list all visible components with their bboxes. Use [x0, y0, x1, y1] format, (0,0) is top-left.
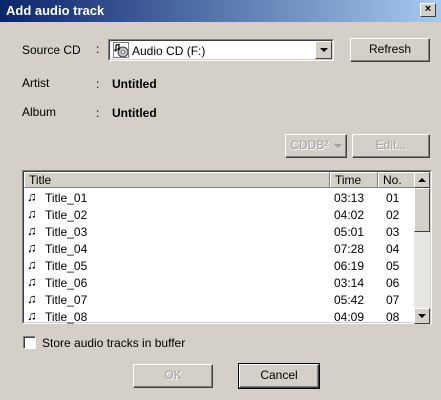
track-title: Title_07: [45, 293, 88, 307]
track-number: 08: [386, 310, 400, 324]
track-number: 01: [386, 191, 400, 205]
track-number: 02: [386, 208, 400, 222]
source-cd-colon: :: [96, 42, 100, 56]
track-title: Title_03: [45, 225, 88, 239]
music-note-icon: ♫: [27, 189, 37, 204]
edit-button[interactable]: Edit...: [352, 134, 430, 158]
track-time: 04:09: [334, 310, 365, 324]
store-buffer-label[interactable]: Store audio tracks in buffer: [42, 336, 185, 350]
artist-value: Untitled: [112, 77, 157, 91]
column-header-no[interactable]: No.: [378, 172, 416, 188]
track-title: Title_02: [45, 208, 88, 222]
music-note-icon: ♫: [27, 291, 37, 306]
source-cd-combobox[interactable]: Audio CD (F:): [108, 39, 334, 61]
source-cd-dropdown-button[interactable]: [315, 41, 332, 59]
music-note-icon: ♫: [27, 240, 37, 255]
source-cd-label: Source CD: [22, 43, 81, 57]
source-cd-value: Audio CD (F:): [132, 44, 206, 58]
close-button[interactable]: ×: [420, 3, 436, 17]
table-row[interactable]: ♫ Title_02 04:02 02: [24, 206, 416, 223]
track-number: 06: [386, 276, 400, 290]
column-header-time[interactable]: Time: [330, 172, 378, 188]
track-time: 05:42: [334, 293, 365, 307]
cddb-button[interactable]: CDDB²: [285, 134, 347, 158]
music-note-icon: ♫: [27, 223, 37, 238]
track-list-scrollbar[interactable]: [414, 172, 430, 324]
cancel-button[interactable]: Cancel: [238, 363, 320, 389]
window-title: Add audio track: [6, 3, 105, 18]
track-title: Title_06: [45, 276, 88, 290]
title-bar[interactable]: Add audio track ×: [0, 0, 441, 22]
table-row[interactable]: ♫ Title_08 04:09 08: [24, 308, 416, 324]
table-row[interactable]: ♫ Title_05 06:19 05: [24, 257, 416, 274]
track-time: 07:28: [334, 242, 365, 256]
table-row[interactable]: ♫ Title_03 05:01 03: [24, 223, 416, 240]
table-row[interactable]: ♫ Title_07 05:42 07: [24, 291, 416, 308]
scroll-up-button[interactable]: [414, 172, 430, 188]
track-time: 03:14: [334, 276, 365, 290]
table-row[interactable]: ♫ Title_01 03:13 01: [24, 189, 416, 206]
table-row[interactable]: ♫ Title_04 07:28 04: [24, 240, 416, 257]
artist-label: Artist: [22, 76, 50, 90]
track-title: Title_05: [45, 259, 88, 273]
track-number: 07: [386, 293, 400, 307]
album-label: Album: [22, 105, 57, 119]
music-note-icon: ♫: [27, 206, 37, 221]
scroll-thumb[interactable]: [414, 188, 430, 232]
ok-button[interactable]: OK: [133, 364, 213, 388]
track-list[interactable]: Title Time No. ♫ Title_01 03:13 01 ♫ Tit…: [22, 170, 432, 324]
chevron-down-icon: [320, 48, 328, 52]
track-number: 03: [386, 225, 400, 239]
track-title: Title_04: [45, 242, 88, 256]
chevron-up-icon: [418, 178, 426, 182]
track-number: 05: [386, 259, 400, 273]
column-header-title[interactable]: Title: [24, 172, 330, 188]
cddb-label: CDDB²: [290, 138, 329, 152]
track-list-header: Title Time No.: [24, 172, 416, 188]
track-title: Title_08: [45, 310, 88, 324]
music-note-icon: ♫: [27, 308, 37, 323]
chevron-down-icon: [332, 141, 342, 149]
track-time: 04:02: [334, 208, 365, 222]
close-icon: ×: [424, 3, 432, 15]
audio-cd-icon: [113, 42, 129, 58]
scroll-down-button[interactable]: [414, 308, 430, 324]
album-value: Untitled: [112, 106, 157, 120]
track-time: 03:13: [334, 191, 365, 205]
track-rows: ♫ Title_01 03:13 01 ♫ Title_02 04:02 02 …: [24, 188, 416, 324]
artist-colon: :: [96, 77, 100, 91]
store-buffer-checkbox[interactable]: [23, 336, 36, 349]
track-title: Title_01: [45, 191, 88, 205]
album-colon: :: [96, 106, 100, 120]
track-time: 06:19: [334, 259, 365, 273]
track-number: 04: [386, 242, 400, 256]
refresh-button[interactable]: Refresh: [350, 38, 430, 62]
music-note-icon: ♫: [27, 257, 37, 272]
chevron-down-icon: [418, 314, 426, 318]
music-note-icon: ♫: [27, 274, 37, 289]
table-row[interactable]: ♫ Title_06 03:14 06: [24, 274, 416, 291]
track-time: 05:01: [334, 225, 365, 239]
